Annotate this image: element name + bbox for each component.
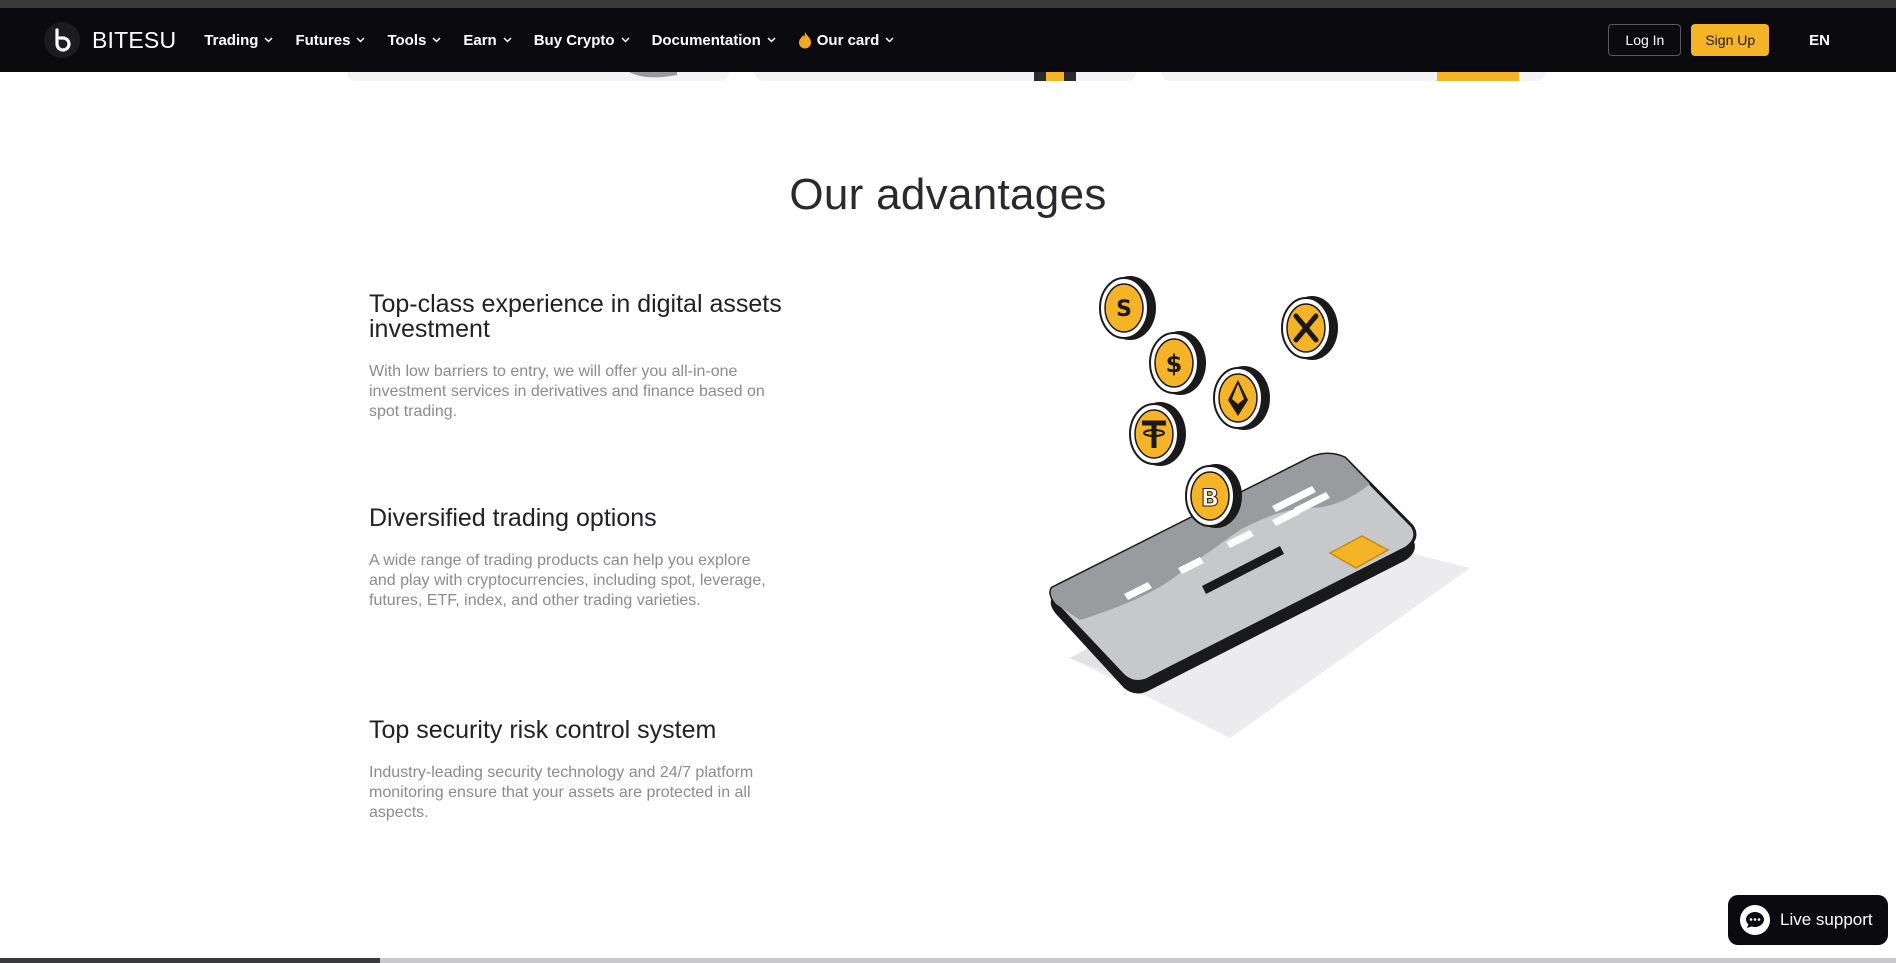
svg-text:B: B	[1201, 484, 1219, 512]
advantage-item: Top-class experience in digital assets i…	[369, 292, 809, 422]
nav-earn[interactable]: Earn	[463, 31, 512, 49]
chevron-down-icon	[264, 37, 273, 43]
nav-documentation[interactable]: Documentation	[652, 32, 776, 49]
nav-trading-label: Trading	[204, 31, 259, 49]
nav-tools-label: Tools	[387, 31, 427, 49]
advantage-text: With low barriers to entry, we will offe…	[369, 363, 765, 420]
ethereum-coin-icon	[1213, 366, 1270, 430]
chevron-down-icon	[503, 37, 512, 43]
svg-text:$: $	[1166, 350, 1183, 378]
dollar-coin-icon: $	[1149, 331, 1206, 395]
chevron-down-icon	[767, 37, 776, 43]
nav-futures-label: Futures	[295, 31, 351, 49]
nav-documentation-label: Documentation	[651, 31, 761, 49]
chevron-down-icon	[356, 37, 365, 43]
previous-card-edge	[347, 72, 729, 81]
nav-futures[interactable]: Futures	[295, 32, 365, 49]
brand-logo[interactable]: BITESU	[44, 22, 176, 58]
nav-buy-crypto-label: Buy Crypto	[533, 31, 615, 49]
scrollbar-thumb[interactable]	[0, 958, 380, 963]
advantage-item: Top security risk control system Industr…	[369, 718, 809, 823]
advantage-heading: Top-class experience in digital assets i…	[369, 290, 782, 343]
bitcoin-coin-icon: B	[1185, 464, 1242, 528]
login-button[interactable]: Log In	[1608, 24, 1682, 56]
svg-text:S: S	[1116, 297, 1132, 322]
nav-our-card[interactable]: Our card	[798, 31, 895, 49]
flame-icon	[798, 32, 811, 49]
chevron-down-icon	[432, 37, 441, 43]
advantage-heading: Diversified trading options	[369, 504, 657, 532]
top-navbar: BITESU Trading Futures Tools Earn Buy Cr…	[0, 8, 1896, 72]
section-title: Our advantages	[789, 170, 1107, 219]
live-support-label: Live support	[1780, 910, 1873, 929]
nav-earn-label: Earn	[463, 31, 497, 49]
advantage-heading: Top security risk control system	[369, 716, 717, 744]
tether-coin-icon	[1129, 402, 1186, 466]
chat-icon	[1740, 905, 1770, 935]
coin-icon: S	[1099, 276, 1156, 340]
nav-buy-crypto[interactable]: Buy Crypto	[534, 32, 630, 49]
x-coin-icon	[1281, 296, 1338, 360]
advantage-item: Diversified trading options A wide range…	[369, 506, 809, 611]
logo-icon	[44, 22, 80, 58]
horizontal-scrollbar[interactable]	[0, 958, 1896, 963]
chevron-down-icon	[621, 37, 630, 43]
chevron-down-icon	[885, 37, 894, 43]
nav-trading[interactable]: Trading	[204, 32, 273, 49]
brand-name: BITESU	[92, 26, 177, 53]
browser-top-strip	[0, 0, 1896, 8]
nav-our-card-label: Our card	[816, 31, 880, 49]
main-menu: Trading Futures Tools Earn Buy Crypto Do…	[204, 31, 916, 49]
advantage-text: A wide range of trading products can hel…	[369, 552, 766, 609]
previous-card-edge	[754, 72, 1136, 81]
crypto-card-illustration: S $ B	[1049, 276, 1470, 738]
advantage-text: Industry-leading security technology and…	[369, 764, 754, 821]
signup-button[interactable]: Sign Up	[1691, 24, 1770, 56]
language-selector[interactable]: EN	[1809, 32, 1830, 49]
live-support-button[interactable]: Live support	[1728, 895, 1888, 945]
nav-tools[interactable]: Tools	[387, 32, 441, 49]
nav-actions: Log In Sign Up EN	[1608, 24, 1830, 56]
previous-card-edge	[1161, 72, 1546, 81]
